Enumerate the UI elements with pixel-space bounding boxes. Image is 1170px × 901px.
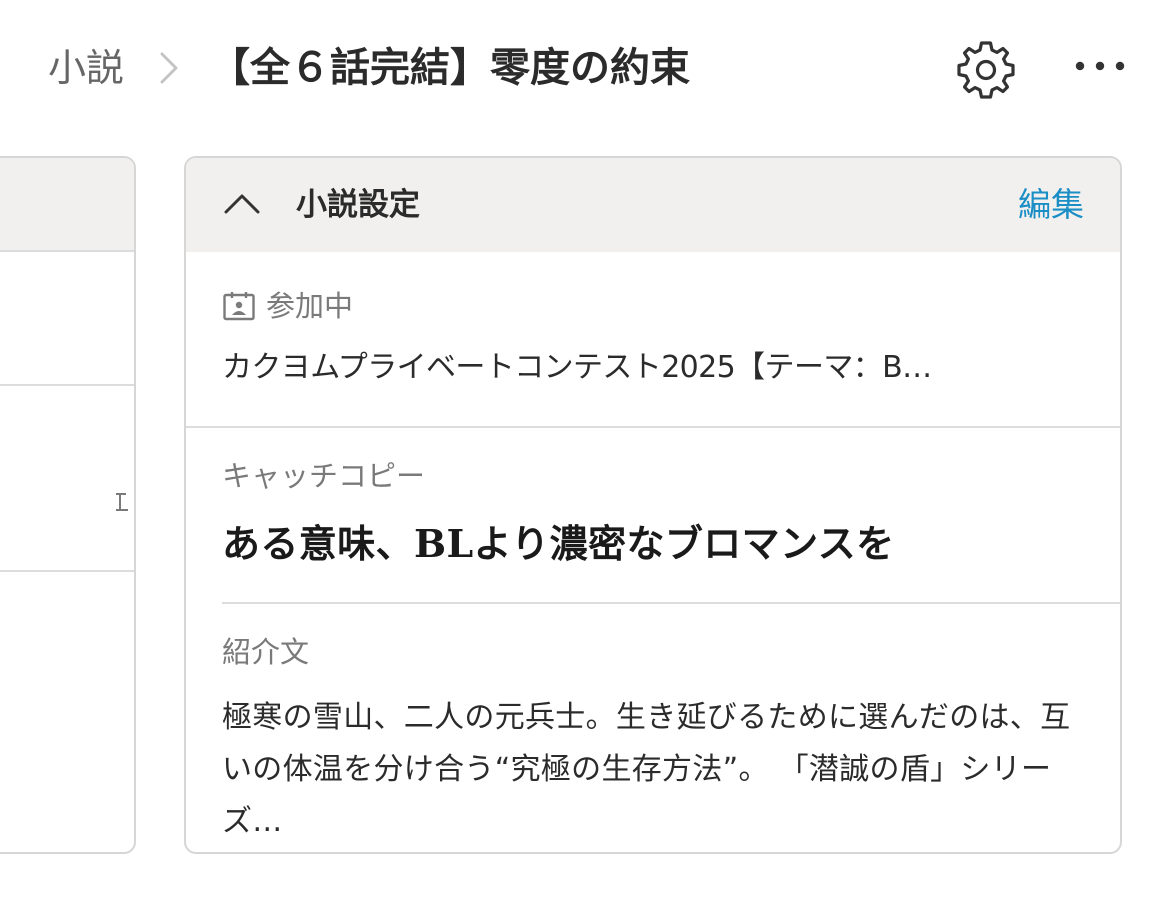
- participation-label: 参加中: [266, 289, 354, 323]
- introduction-label: 紹介文: [222, 635, 310, 669]
- settings-card-header: 小説設定 編集: [186, 158, 1120, 252]
- page-header: 小説 【全６話完結】零度の約束: [0, 0, 1170, 140]
- novel-settings-card: 小説設定 編集 参加中 カクヨムプライベートコンテスト2025【テーマ：B… キ…: [184, 156, 1122, 854]
- page-title: 【全６話完結】零度の約束: [210, 45, 690, 91]
- truncated-text-fragment: [116, 493, 128, 511]
- catchcopy-label: キャッチコピー: [222, 459, 426, 493]
- breadcrumb-parent-link[interactable]: 小説: [48, 40, 124, 96]
- left-panel-card: [0, 156, 136, 854]
- more-horizontal-icon[interactable]: [1070, 46, 1130, 86]
- divider: [0, 570, 134, 572]
- divider: [0, 384, 134, 386]
- contest-name-link[interactable]: カクヨムプライベートコンテスト2025【テーマ：B…: [222, 346, 1086, 390]
- edit-link[interactable]: 編集: [1018, 180, 1084, 230]
- left-panel-header: [0, 158, 134, 252]
- divider: [186, 426, 1120, 428]
- catchcopy-text: ある意味、BLより濃密なブロマンスを: [222, 521, 895, 566]
- introduction-text: 極寒の雪山、二人の元兵士。生き延びるために選んだのは、互いの体温を分け合う“究極…: [222, 700, 1071, 839]
- chevron-up-icon[interactable]: [220, 188, 268, 220]
- divider: [222, 602, 1120, 604]
- gear-icon[interactable]: [952, 36, 1020, 104]
- chevron-right-icon: [160, 52, 178, 84]
- settings-card-title: 小説設定: [296, 187, 420, 223]
- contest-calendar-icon: [223, 292, 255, 321]
